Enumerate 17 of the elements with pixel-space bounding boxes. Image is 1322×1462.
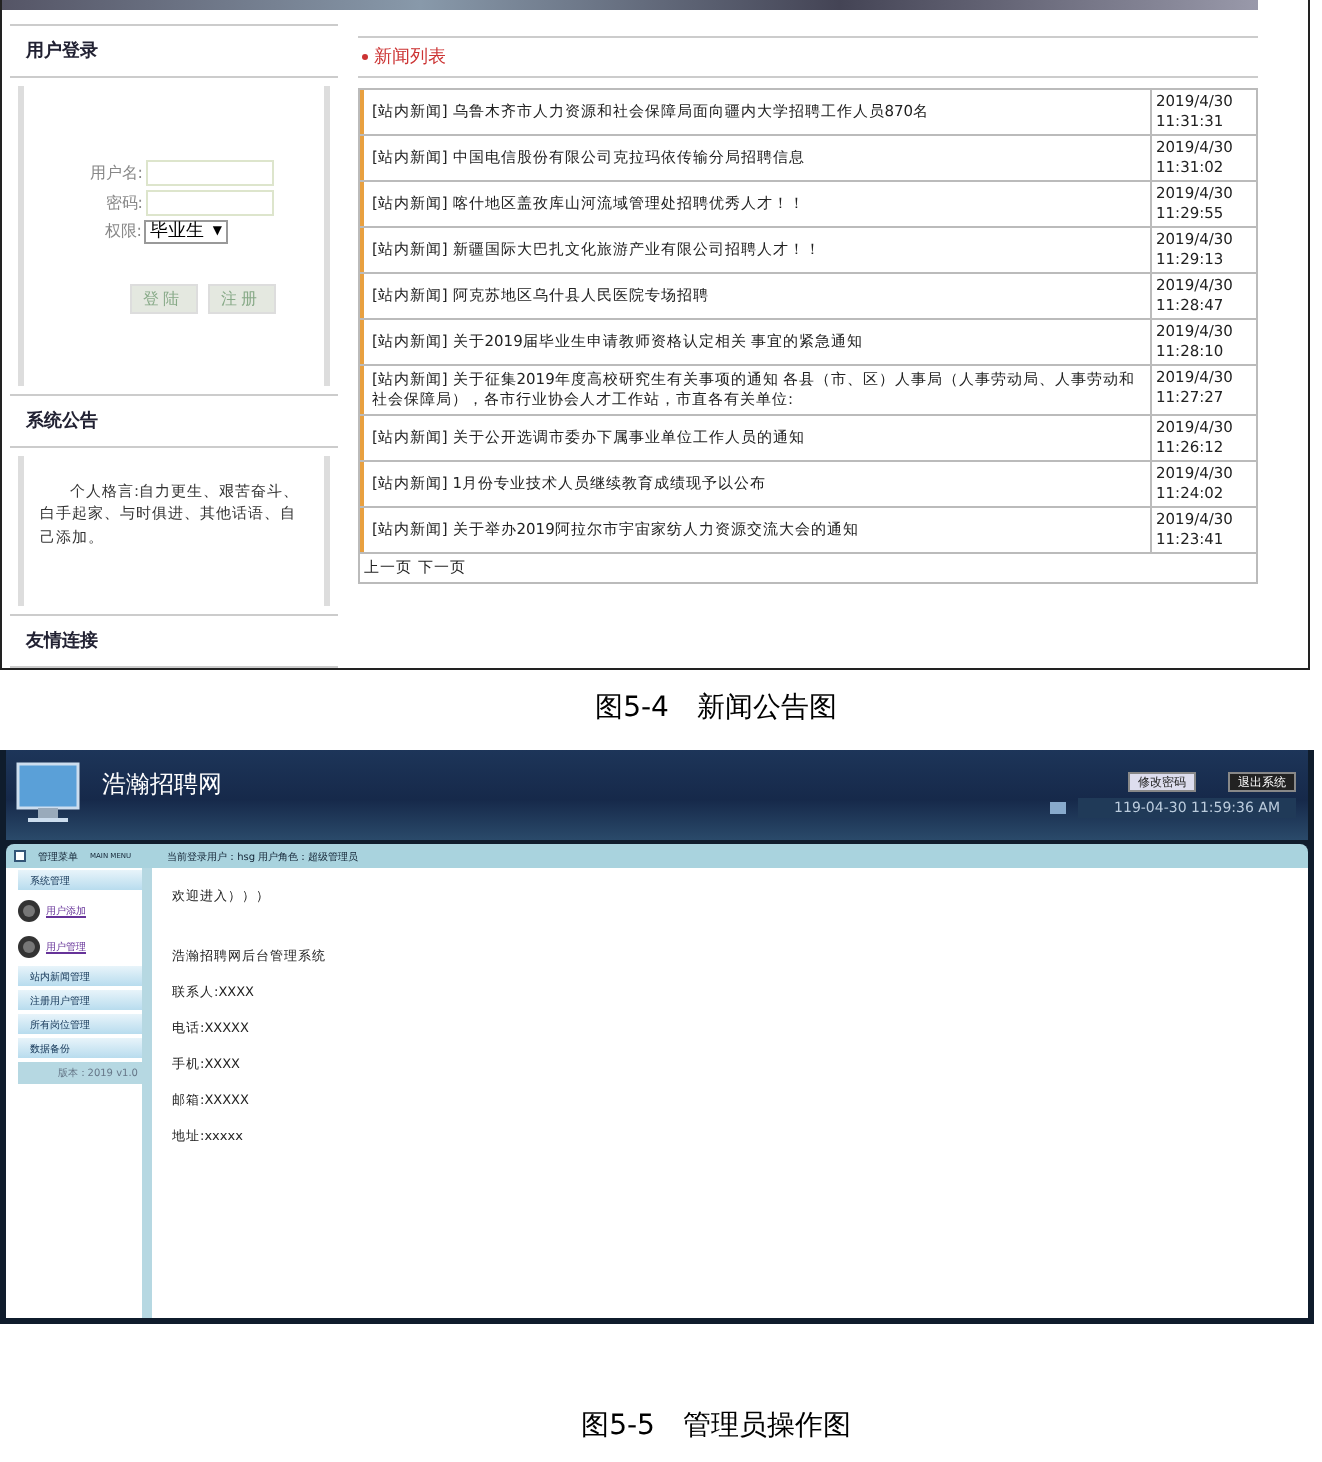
user-icon [18,899,40,921]
field-label: 用户名: [87,161,143,183]
field-label: 权限: [102,220,142,242]
section-title: 系统公告 [10,394,338,448]
screen-icon [1050,802,1067,814]
section-title: 新闻列表 [374,45,446,70]
section-title: 用户登录 [10,24,338,78]
section-title: 友情连接 [10,614,338,668]
input-field[interactable] [145,159,273,185]
menu-icon [14,850,26,862]
site-title: 浩瀚招聘网 [102,768,222,802]
figure-caption: 图5-4 新闻公告图 [593,690,839,726]
user-icon [18,935,40,957]
figure-caption: 图5-5 管理员操作图 [579,1408,853,1444]
field-label: 密码: [103,191,143,213]
input-field[interactable] [145,189,273,215]
bullet-icon [362,54,368,60]
